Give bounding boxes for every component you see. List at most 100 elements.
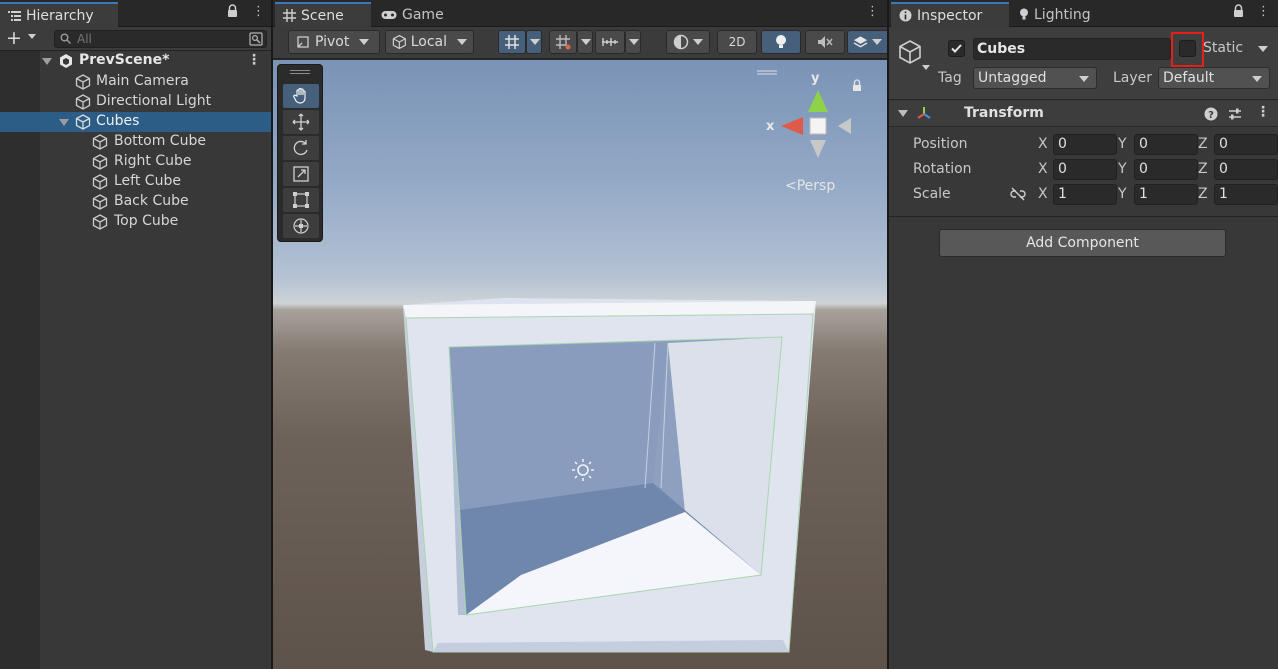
- scene-search-icon[interactable]: [249, 32, 263, 46]
- grid-snap-toggle[interactable]: [498, 30, 526, 54]
- hierarchy-item-back-cube[interactable]: Back Cube: [0, 192, 271, 212]
- space-dropdown[interactable]: Local: [385, 30, 474, 54]
- rotate-tool-button[interactable]: [283, 136, 319, 160]
- hierarchy-panel: Hierarchy ⋮ + PrevScene* ⋮ Main Camera D…: [0, 0, 271, 669]
- rotation-z-field[interactable]: 0: [1214, 159, 1278, 180]
- hierarchy-item-right-cube[interactable]: Right Cube: [0, 152, 271, 172]
- chevron-down-icon: [1252, 76, 1262, 82]
- add-component-button[interactable]: Add Component: [939, 229, 1226, 257]
- position-z-field[interactable]: 0: [1214, 134, 1278, 155]
- scale-y-field[interactable]: 1: [1134, 184, 1198, 205]
- layer-dropdown[interactable]: Default: [1158, 67, 1270, 89]
- hierarchy-tabbar: Hierarchy ⋮: [0, 0, 271, 27]
- scale-tool-button[interactable]: [283, 162, 319, 186]
- tag-label: Tag: [938, 70, 962, 86]
- effects-dropdown[interactable]: [847, 30, 887, 54]
- lock-icon[interactable]: [1233, 4, 1244, 18]
- transform-component-header[interactable]: Transform ? ⋮: [889, 101, 1278, 127]
- fold-arrow-icon[interactable]: [898, 110, 908, 117]
- gameobject-cube-icon: [75, 94, 91, 110]
- hierarchy-item-cubes[interactable]: Cubes: [0, 112, 271, 132]
- gizmo-lock-icon[interactable]: [853, 79, 861, 91]
- create-button[interactable]: +: [6, 28, 22, 48]
- audio-toggle[interactable]: [805, 30, 845, 54]
- fold-arrow-icon[interactable]: [42, 58, 52, 65]
- active-checkbox[interactable]: [948, 40, 965, 57]
- lock-icon[interactable]: [227, 4, 238, 18]
- scene-row[interactable]: PrevScene* ⋮: [0, 51, 271, 72]
- hierarchy-list-icon: [8, 11, 21, 21]
- fold-arrow-icon[interactable]: [59, 119, 69, 126]
- scene-menu-icon[interactable]: ⋮: [247, 52, 261, 68]
- rotation-x-field[interactable]: 0: [1053, 159, 1117, 180]
- position-x-field[interactable]: 0: [1053, 134, 1117, 155]
- preset-sliders-icon[interactable]: [1228, 107, 1242, 121]
- overlay-drag-handle[interactable]: [290, 73, 310, 74]
- orientation-gizmo[interactable]: [781, 90, 851, 158]
- tab-lighting[interactable]: Lighting: [1011, 2, 1121, 27]
- tab-game[interactable]: Game: [373, 2, 453, 27]
- overlay-drag-handle[interactable]: [290, 70, 310, 71]
- axis-z-label: Z: [1198, 186, 1208, 202]
- increment-snap-icon: [556, 35, 571, 50]
- icon-dropdown-caret-icon[interactable]: [922, 65, 930, 70]
- hierarchy-item-top-cube[interactable]: Top Cube: [0, 212, 271, 232]
- static-dropdown-caret-icon[interactable]: [1258, 46, 1268, 52]
- scene-toolbar: Pivot Local 2D: [273, 27, 887, 59]
- hierarchy-search[interactable]: [54, 30, 267, 48]
- ruler-dropdown[interactable]: [625, 30, 641, 54]
- unity-scene-icon: [60, 54, 72, 68]
- increment-snap-toggle[interactable]: [549, 30, 577, 54]
- lighting-toggle[interactable]: [761, 30, 801, 54]
- scale-x-field[interactable]: 1: [1053, 184, 1117, 205]
- component-divider: [889, 216, 1278, 217]
- shading-mode-dropdown[interactable]: [666, 30, 710, 54]
- shading-sphere-icon: [673, 34, 689, 50]
- scale-z-field[interactable]: 1: [1214, 184, 1278, 205]
- gamepad-icon: [381, 10, 397, 19]
- scene-tabbar: Scene Game ⋮: [273, 0, 887, 27]
- tag-dropdown[interactable]: Untagged: [973, 67, 1097, 89]
- scene-geometry: [403, 70, 861, 653]
- position-y-field[interactable]: 0: [1134, 134, 1198, 155]
- move-arrows-icon: [292, 113, 310, 131]
- rotation-y-field[interactable]: 0: [1134, 159, 1198, 180]
- search-input[interactable]: [77, 31, 237, 47]
- transform-tool-button[interactable]: [283, 214, 319, 238]
- move-tool-button[interactable]: [283, 110, 319, 134]
- constrain-proportions-icon[interactable]: [1010, 187, 1026, 201]
- hierarchy-item-main-camera[interactable]: Main Camera: [0, 72, 271, 92]
- component-menu-icon[interactable]: ⋮: [1256, 104, 1270, 120]
- object-name-field[interactable]: Cubes: [973, 38, 1171, 60]
- panel-menu-icon[interactable]: ⋮: [252, 4, 265, 19]
- rect-tool-button[interactable]: [283, 188, 319, 212]
- hierarchy-toolbar: +: [0, 27, 271, 51]
- tab-scene[interactable]: Scene: [275, 2, 371, 27]
- scene-viewport[interactable]: y x <Persp: [273, 60, 887, 669]
- hierarchy-item-directional-light[interactable]: Directional Light: [0, 92, 271, 112]
- pivot-dropdown[interactable]: Pivot: [288, 30, 380, 54]
- ruler-toggle[interactable]: [595, 30, 625, 54]
- hand-tool-button[interactable]: [283, 84, 319, 108]
- tab-inspector-label: Inspector: [917, 7, 983, 24]
- increment-snap-dropdown[interactable]: [577, 30, 593, 54]
- tab-hierarchy[interactable]: Hierarchy: [0, 2, 118, 27]
- grid-snap-dropdown[interactable]: [526, 30, 542, 54]
- hierarchy-item-left-cube[interactable]: Left Cube: [0, 172, 271, 192]
- help-icon[interactable]: ?: [1204, 107, 1218, 121]
- rotate-icon: [293, 140, 308, 156]
- hierarchy-item-bottom-cube[interactable]: Bottom Cube: [0, 132, 271, 152]
- hierarchy-item-label: Left Cube: [114, 173, 181, 189]
- create-dropdown-caret-icon[interactable]: [28, 34, 36, 39]
- lightbulb-icon: [776, 35, 786, 48]
- gizmo-y-label: y: [811, 71, 820, 86]
- 2d-toggle[interactable]: 2D: [717, 30, 757, 54]
- grid-snap-icon: [505, 35, 519, 49]
- projection-toggle[interactable]: <Persp: [785, 178, 835, 194]
- gameobject-cube-icon[interactable]: [897, 39, 923, 65]
- tab-inspector[interactable]: Inspector: [891, 2, 1009, 27]
- axis-x-label: X: [1038, 136, 1048, 152]
- panel-menu-icon[interactable]: ⋮: [1257, 4, 1270, 19]
- panel-menu-icon[interactable]: ⋮: [866, 4, 879, 19]
- chevron-down-icon: [581, 39, 591, 45]
